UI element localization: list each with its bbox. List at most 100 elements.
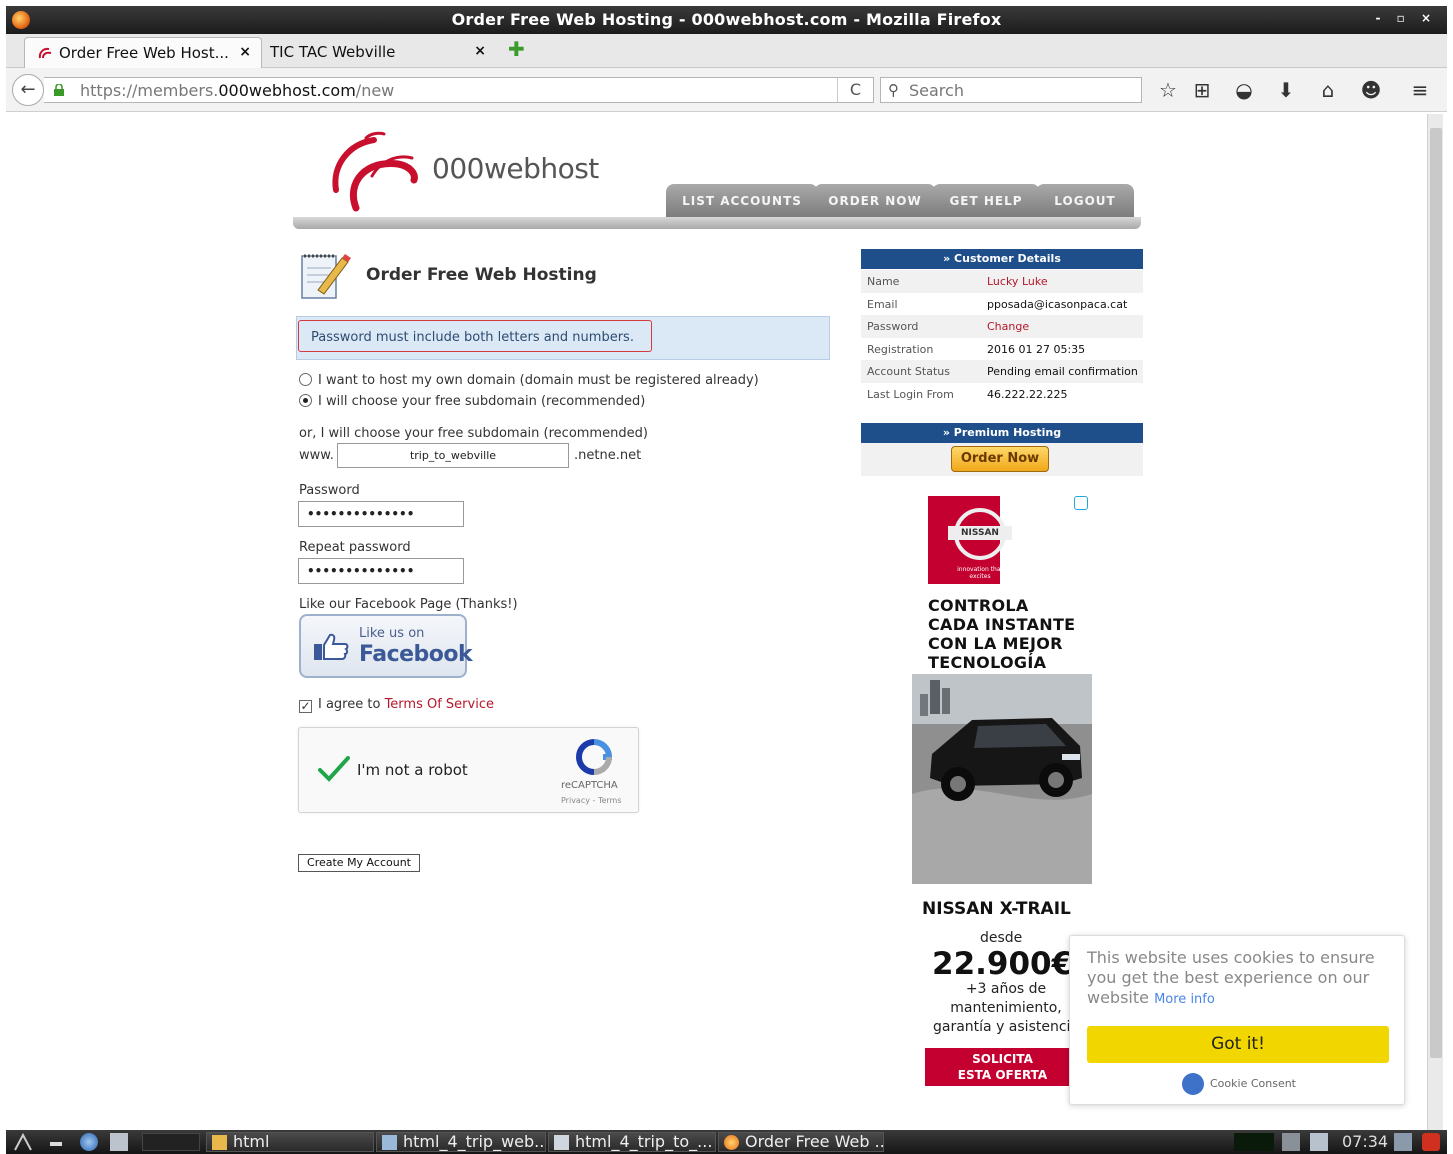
taskbar-item-html-folder[interactable]: html [206,1132,374,1152]
os-taskbar: html html_4_trip_web... html_4_trip_to_.… [6,1130,1447,1154]
hamburger-menu-icon[interactable]: ≡ [1408,78,1432,102]
recaptcha-logo-icon [575,739,613,775]
nav-logout[interactable]: LOGOUT [1036,184,1134,219]
ad-model-name: NISSAN X-TRAIL [922,899,1071,919]
taskbar-clock[interactable]: 07:34 [1342,1132,1388,1151]
password-error-alert: Password must include both letters and n… [298,320,652,352]
fb-brand-text: Facebook [359,642,473,667]
chat-icon[interactable]: ☻ [1359,78,1383,102]
captcha-label: I'm not a robot [357,761,468,779]
tab-close-icon[interactable]: × [474,43,486,59]
nav-underline-bar [293,217,1141,229]
order-now-button[interactable]: Order Now [951,446,1049,472]
cookie-consent-banner: This website uses cookies to ensure you … [1069,935,1405,1105]
create-account-button[interactable]: Create My Account [298,854,420,872]
site-logo-text[interactable]: 000webhost [432,152,599,185]
repeat-password-field[interactable]: •••••••••••••• [298,558,464,584]
start-menu-icon[interactable] [14,1133,32,1151]
taskbar-item-html-trip-web[interactable]: html_4_trip_web... [376,1132,546,1152]
000webhost-logo-icon [332,131,418,212]
bookmarks-menu-icon[interactable]: ⊞ [1190,78,1214,102]
tab-close-icon[interactable]: × [239,44,251,60]
workspace-switcher[interactable] [142,1133,200,1151]
000webhost-favicon-icon [38,47,52,59]
file-manager-launcher-icon[interactable] [110,1133,128,1151]
nav-get-help[interactable]: GET HELP [932,184,1040,219]
power-icon[interactable] [1422,1133,1440,1151]
firefox-icon [724,1135,739,1150]
user-icon[interactable] [1394,1133,1412,1151]
radio-free-subdomain[interactable]: I will choose your free subdomain (recom… [299,394,645,409]
url-bar[interactable]: https://members.000webhost.com/new C [44,77,874,103]
customer-name-link[interactable]: Lucky Luke [987,275,1048,288]
fb-like-on-text: Like us on [359,626,425,641]
change-password-link[interactable]: Change [987,320,1029,333]
scrollbar-thumb[interactable] [1430,128,1442,1058]
recaptcha-terms[interactable]: Privacy - Terms [561,796,622,805]
repeat-password-label: Repeat password [299,540,411,555]
back-arrow-icon[interactable]: ← [12,74,44,106]
bookmark-star-icon[interactable]: ☆ [1156,78,1180,102]
domain-suffix: .netne.net [574,448,642,463]
new-tab-plus-icon[interactable]: ✚ [508,39,526,59]
recaptcha-brand: reCAPTCHA [561,780,618,791]
search-input[interactable]: ⚲ Search [880,77,1142,103]
tab-label: TIC TAC Webville [270,43,396,61]
tab-bar: Order Free Web Host... × TIC TAC Webvill… [6,34,1447,68]
reload-icon[interactable]: C [837,78,873,102]
detail-row-password: Password Change [861,315,1143,338]
cookie-got-it-button[interactable]: Got it! [1087,1026,1389,1063]
thumbs-up-icon [314,633,349,660]
window-titlebar: Order Free Web Hosting - 000webhost.com … [6,6,1447,34]
password-field[interactable]: •••••••••••••• [298,501,464,527]
cookie-consent-brand[interactable]: Cookie Consent [1182,1073,1296,1095]
ad-cta-button[interactable]: SOLICITA ESTA OFERTA [925,1048,1080,1086]
radio-own-domain[interactable]: I want to host my own domain (domain mus… [299,373,759,388]
cookie-message: This website uses cookies to ensure you … [1087,948,1375,1007]
pocket-icon[interactable]: ◒ [1232,78,1256,102]
terms-of-service-link[interactable]: Terms Of Service [385,697,494,712]
detail-row-last-login: Last Login From 46.222.22.225 [867,387,1068,401]
search-placeholder: Search [909,81,964,100]
suv-photo [912,674,1092,884]
terms-checkbox[interactable]: ✓ [299,700,312,713]
cookie-consent-logo-icon [1182,1073,1204,1095]
window-title: Order Free Web Hosting - 000webhost.com … [451,10,1002,29]
detail-row-email: Email pposada@icasonpaca.cat [867,297,1128,311]
network-icon[interactable] [1282,1133,1300,1151]
url-text: https://members.000webhost.com/new [80,81,395,100]
premium-hosting-header: » Premium Hosting [861,423,1143,443]
nav-list-accounts[interactable]: LIST ACCOUNTS [666,184,818,219]
window-controls[interactable]: - ▫ × [1375,11,1437,25]
tab-tic-tac-webville[interactable]: TIC TAC Webville × [264,37,496,68]
nissan-advertisement[interactable]: NISSAN innovation that excites CONTROLA … [912,494,1092,1130]
downloads-icon[interactable]: ⬇ [1274,78,1298,102]
detail-row-account-status: Account Status Pending email confirmation [861,360,1143,383]
nav-order-now[interactable]: ORDER NOW [814,184,936,219]
web-browser-launcher-icon[interactable] [80,1133,98,1151]
nissan-logo: NISSAN innovation that excites [928,496,1012,584]
checkmark-icon [318,756,350,782]
page-scrollbar[interactable] [1427,114,1443,1130]
facebook-like-button[interactable]: Like us on Facebook [299,614,473,678]
www-prefix: www. [299,448,334,463]
recaptcha-widget[interactable]: I'm not a robot reCAPTCHA Privacy - Term… [298,727,639,813]
terms-agreement[interactable]: ✓ I agree to Terms Of Service [299,697,494,713]
radio-button-selected[interactable] [299,394,312,407]
subdomain-input[interactable]: trip_to_webville [337,443,569,468]
radio-button[interactable] [299,373,312,386]
taskbar-item-html-trip-to[interactable]: html_4_trip_to_... [548,1132,716,1152]
taskbar-item-firefox[interactable]: Order Free Web ... [718,1132,884,1152]
password-label: Password [299,483,360,498]
facebook-page-label: Like our Facebook Page (Thanks!) [299,597,518,612]
text-file-icon [382,1135,397,1150]
cookie-more-info-link[interactable]: More info [1154,992,1215,1007]
tab-label: Order Free Web Host... [59,44,229,62]
navigation-toolbar: ← https://members.000webhost.com/new C ⚲… [6,68,1447,112]
notes-icon[interactable] [1310,1133,1328,1151]
home-icon[interactable]: ⌂ [1316,78,1340,102]
adchoices-icon[interactable] [1074,496,1088,510]
nissan-tagline: innovation that excites [957,566,1003,580]
minimize-all-icon[interactable] [50,1142,62,1146]
tab-order-free-web-hosting[interactable]: Order Free Web Host... × [24,37,262,68]
